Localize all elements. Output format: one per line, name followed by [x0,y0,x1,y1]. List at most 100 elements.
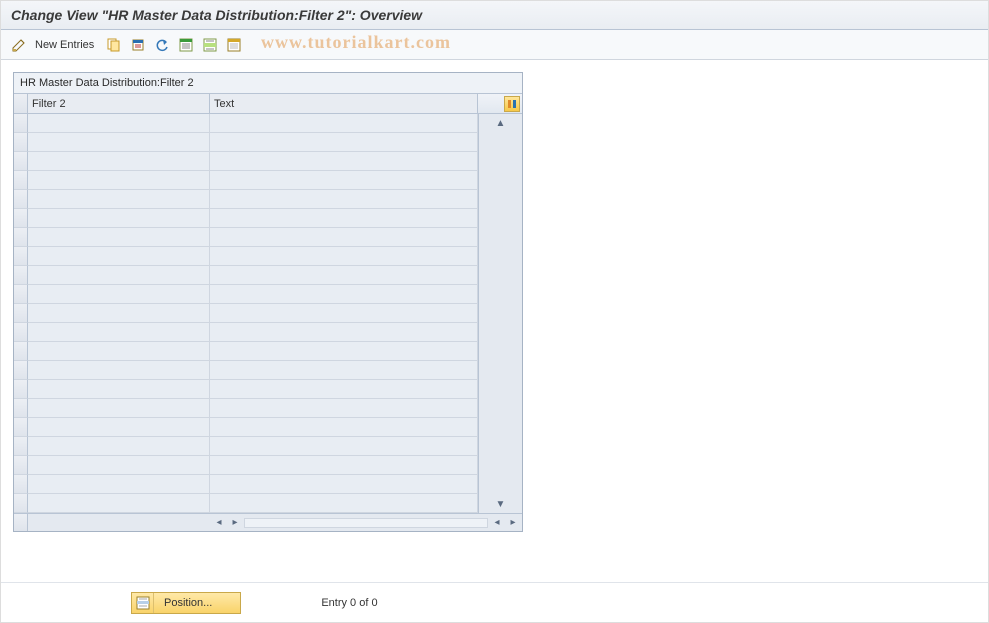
row-selector[interactable] [14,456,28,475]
table-row [14,266,478,285]
deselect-all-icon[interactable] [224,35,244,55]
cell-filter2[interactable] [28,437,210,456]
copy-as-icon[interactable] [104,35,124,55]
table-row [14,380,478,399]
table-row [14,228,478,247]
row-selector[interactable] [14,190,28,209]
row-selector[interactable] [14,171,28,190]
scroll-left-begin-icon[interactable]: ◂ [212,516,226,530]
position-button[interactable]: Position... [131,592,241,614]
table-row [14,437,478,456]
cell-filter2[interactable] [28,247,210,266]
cell-text[interactable] [210,361,478,380]
row-selector[interactable] [14,437,28,456]
cell-text[interactable] [210,323,478,342]
cell-text[interactable] [210,342,478,361]
scroll-right-end-icon[interactable]: ▸ [506,516,520,530]
row-selector[interactable] [14,133,28,152]
toggle-display-change-icon[interactable] [9,35,29,55]
undo-change-icon[interactable] [152,35,172,55]
header-spacer [478,94,522,113]
cell-filter2[interactable] [28,171,210,190]
cell-filter2[interactable] [28,342,210,361]
hscroll-track[interactable] [244,518,488,528]
cell-text[interactable] [210,456,478,475]
cell-filter2[interactable] [28,209,210,228]
cell-filter2[interactable] [28,380,210,399]
table-row [14,152,478,171]
row-selector[interactable] [14,494,28,513]
cell-filter2[interactable] [28,475,210,494]
cell-text[interactable] [210,399,478,418]
cell-text[interactable] [210,475,478,494]
cell-filter2[interactable] [28,228,210,247]
row-selector[interactable] [14,342,28,361]
column-header-text[interactable]: Text [210,94,478,113]
table-row [14,114,478,133]
row-selector[interactable] [14,475,28,494]
cell-filter2[interactable] [28,285,210,304]
cell-text[interactable] [210,285,478,304]
cell-filter2[interactable] [28,456,210,475]
delete-icon[interactable] [128,35,148,55]
cell-text[interactable] [210,114,478,133]
table-row [14,399,478,418]
cell-text[interactable] [210,304,478,323]
select-block-icon[interactable] [200,35,220,55]
new-entries-button[interactable]: New Entries [33,39,100,51]
scroll-down-icon[interactable]: ▼ [494,497,508,511]
cell-text[interactable] [210,437,478,456]
table-settings-icon[interactable] [504,96,520,112]
cell-filter2[interactable] [28,361,210,380]
row-selector[interactable] [14,399,28,418]
vertical-scrollbar[interactable]: ▲ ▼ [478,114,522,513]
row-selector[interactable] [14,114,28,133]
cell-text[interactable] [210,247,478,266]
table-row [14,209,478,228]
cell-filter2[interactable] [28,114,210,133]
cell-text[interactable] [210,494,478,513]
row-selector[interactable] [14,361,28,380]
table-row [14,285,478,304]
row-selector[interactable] [14,418,28,437]
row-selector[interactable] [14,247,28,266]
bottom-bar: Position... Entry 0 of 0 [1,582,988,622]
cell-filter2[interactable] [28,494,210,513]
scroll-left-icon[interactable]: ▸ [228,516,242,530]
select-all-rows-handle[interactable] [14,94,28,113]
cell-filter2[interactable] [28,133,210,152]
row-selector[interactable] [14,209,28,228]
table-row [14,133,478,152]
cell-text[interactable] [210,190,478,209]
cell-text[interactable] [210,380,478,399]
grid-header: Filter 2 Text [14,94,522,114]
cell-text[interactable] [210,152,478,171]
horizontal-scrollbar[interactable]: ◂ ▸ ◂ ▸ [210,514,522,531]
scroll-up-icon[interactable]: ▲ [494,116,508,130]
cell-text[interactable] [210,209,478,228]
cell-text[interactable] [210,171,478,190]
row-selector[interactable] [14,228,28,247]
cell-text[interactable] [210,266,478,285]
scroll-right-icon[interactable]: ◂ [490,516,504,530]
cell-text[interactable] [210,133,478,152]
grid-body: ▲ ▼ [14,114,522,513]
row-selector[interactable] [14,323,28,342]
select-all-icon[interactable] [176,35,196,55]
cell-filter2[interactable] [28,152,210,171]
row-selector[interactable] [14,152,28,171]
row-selector[interactable] [14,380,28,399]
cell-filter2[interactable] [28,304,210,323]
cell-filter2[interactable] [28,399,210,418]
row-selector[interactable] [14,266,28,285]
cell-filter2[interactable] [28,190,210,209]
cell-filter2[interactable] [28,266,210,285]
column-header-filter2[interactable]: Filter 2 [28,94,210,113]
cell-text[interactable] [210,228,478,247]
cell-filter2[interactable] [28,418,210,437]
row-selector[interactable] [14,304,28,323]
row-selector[interactable] [14,285,28,304]
cell-text[interactable] [210,418,478,437]
cell-filter2[interactable] [28,323,210,342]
table-row [14,304,478,323]
